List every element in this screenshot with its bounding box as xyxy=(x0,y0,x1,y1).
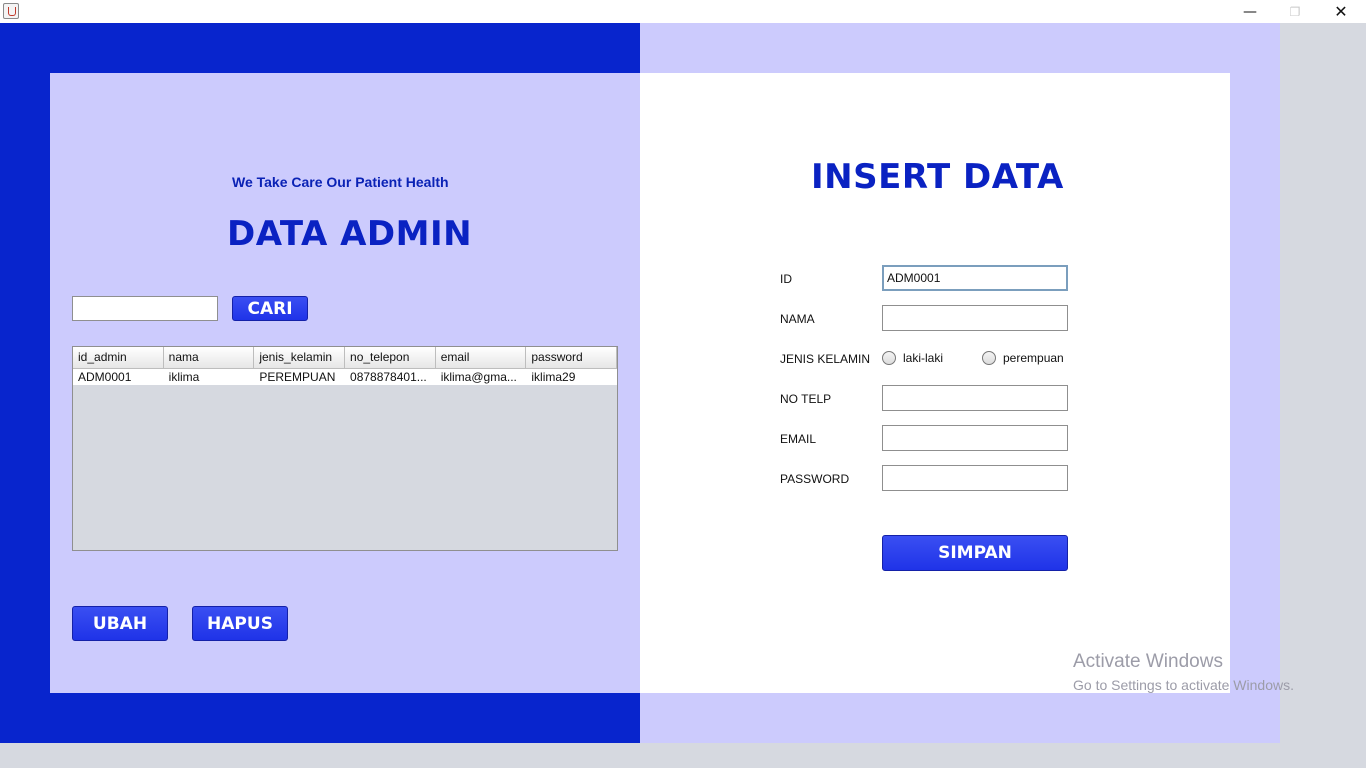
radio-laki-laki[interactable]: laki-laki xyxy=(882,351,943,365)
gender-label: JENIS KELAMIN xyxy=(780,352,871,366)
id-label: ID xyxy=(780,272,792,286)
table-cell: 0878878401... xyxy=(350,370,427,384)
radio-label: laki-laki xyxy=(903,351,944,365)
table-row[interactable]: ADM0001 iklima PEREMPUAN 0878878401... i… xyxy=(73,369,617,385)
id-field[interactable]: ADM0001 xyxy=(882,265,1068,291)
column-header-no-telepon[interactable]: no_telepon xyxy=(345,347,436,368)
search-button[interactable]: CARI xyxy=(232,296,308,321)
table-cell: iklima xyxy=(168,370,200,384)
nama-label: NAMA xyxy=(780,312,815,326)
minimize-button[interactable]: — xyxy=(1227,0,1273,23)
table-cell: iklima29 xyxy=(531,370,576,384)
password-field[interactable] xyxy=(882,465,1068,491)
java-app-icon xyxy=(3,3,19,19)
column-header-jenis-kelamin[interactable]: jenis_kelamin xyxy=(254,347,346,368)
radio-label: perempuan xyxy=(1003,351,1064,365)
maximize-button[interactable]: ❐ xyxy=(1272,0,1318,23)
form-title: INSERT DATA xyxy=(811,157,1064,197)
column-header-nama[interactable]: nama xyxy=(164,347,255,368)
close-button[interactable]: ✕ xyxy=(1318,0,1364,23)
page-title: DATA ADMIN xyxy=(227,214,473,254)
radio-perempuan[interactable]: perempuan xyxy=(982,351,1064,365)
edit-button[interactable]: UBAH xyxy=(72,606,168,641)
activation-watermark-text: Go to Settings to activate Windows. xyxy=(1073,677,1294,693)
window-titlebar: — ❐ ✕ xyxy=(0,0,1366,23)
column-header-password[interactable]: password xyxy=(526,347,618,368)
table-cell: PEREMPUAN xyxy=(259,370,336,384)
delete-button[interactable]: HAPUS xyxy=(192,606,288,641)
table-cell: ADM0001 xyxy=(78,370,132,384)
table-header: id_admin nama jenis_kelamin no_telepon e… xyxy=(73,347,618,369)
table-cell: iklima@gma... xyxy=(440,370,517,384)
email-label: EMAIL xyxy=(780,432,817,446)
radio-circle-icon[interactable] xyxy=(882,351,896,365)
radio-circle-icon[interactable] xyxy=(982,351,996,365)
save-button[interactable]: SIMPAN xyxy=(882,535,1068,571)
admin-table[interactable]: id_admin nama jenis_kelamin no_telepon e… xyxy=(72,346,618,551)
email-field[interactable] xyxy=(882,425,1068,451)
column-header-email[interactable]: email xyxy=(436,347,527,368)
nama-field[interactable] xyxy=(882,305,1068,331)
search-input[interactable] xyxy=(72,296,218,321)
tagline: We Take Care Our Patient Health xyxy=(232,174,449,190)
column-header-id-admin[interactable]: id_admin xyxy=(73,347,164,368)
telp-label: NO TELP xyxy=(780,392,832,406)
password-label: PASSWORD xyxy=(780,472,850,486)
telp-field[interactable] xyxy=(882,385,1068,411)
activation-watermark-title: Activate Windows xyxy=(1073,651,1223,672)
